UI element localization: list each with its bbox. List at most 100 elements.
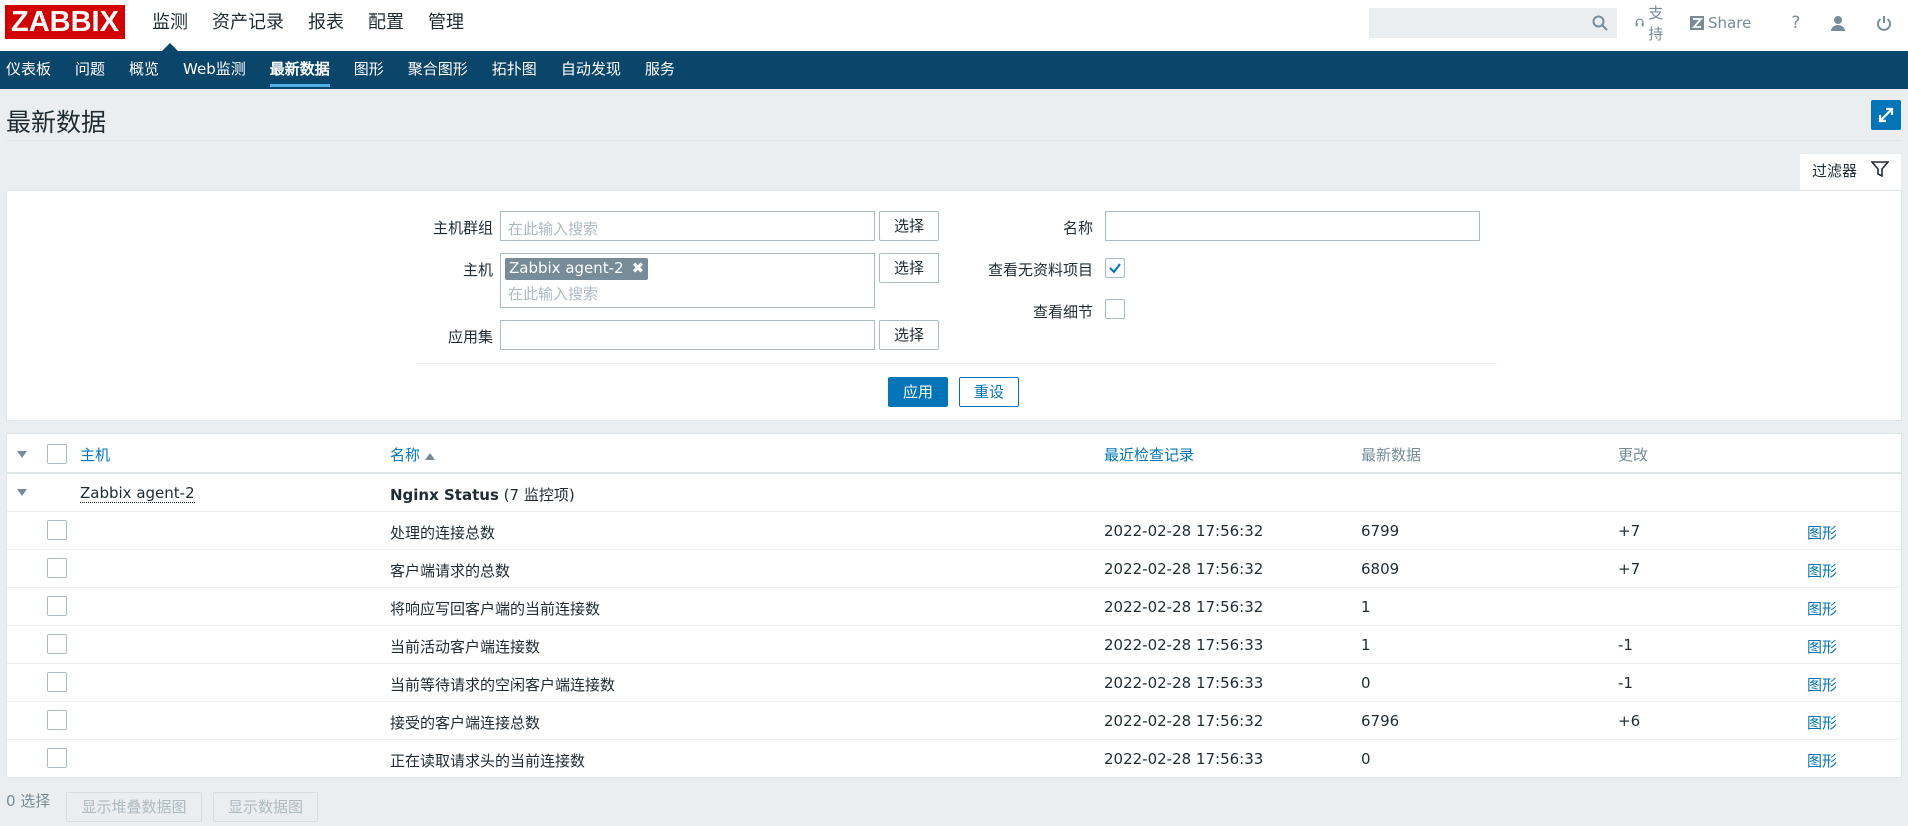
collapse-group-icon[interactable] [17,489,27,496]
stacked-graph-button[interactable]: 显示堆叠数据图 [66,792,202,822]
graph-link[interactable]: 图形 [1807,636,1837,657]
support-label: 支持 [1648,4,1664,43]
top-bar: ZABBIX 监测 资产记录 报表 配置 管理 支持 Share ? [0,0,1908,51]
application-select-button[interactable]: 选择 [879,320,939,350]
subnav-dashboard[interactable]: 仪表板 [0,51,57,89]
row-checkbox[interactable] [47,520,67,540]
host-input-placeholder: 在此输入搜索 [508,285,599,303]
zabbix-logo[interactable]: ZABBIX [5,5,125,39]
group-row: Zabbix agent-2 Nginx Status (7 监控项) [7,474,1901,512]
host-group-label: 主机群组 [432,219,493,237]
subnav-discovery[interactable]: 自动发现 [555,51,627,89]
sort-asc-icon [424,453,435,460]
host-tag: Zabbix agent-2 ✖ [505,258,649,280]
filter-tab[interactable]: 过滤器 [1800,154,1901,191]
table-row: 将响应写回客户端的当前连接数 2022-02-28 17:56:32 1 图形 [7,588,1901,626]
fullscreen-button[interactable] [1871,100,1901,130]
subnav-overview[interactable]: 概览 [123,51,165,89]
name-label: 名称 [1062,219,1093,237]
filter-tab-label: 过滤器 [1812,162,1858,180]
last-check: 2022-02-28 17:56:33 [1104,750,1264,768]
main-nav-administration[interactable]: 管理 [416,0,476,51]
main-nav-inventory[interactable]: 资产记录 [200,0,296,51]
graph-link[interactable]: 图形 [1807,750,1837,771]
user-profile-button[interactable] [1830,15,1850,31]
filter-divider [417,363,1497,364]
subnav-services[interactable]: 服务 [639,51,681,89]
last-value: 6796 [1361,712,1400,730]
last-check: 2022-02-28 17:56:33 [1104,674,1264,692]
table-row: 当前等待请求的空闲客户端连接数 2022-02-28 17:56:33 0 -1… [7,664,1901,702]
item-count: (7 监控项) [503,486,575,504]
subnav-latest-data[interactable]: 最新数据 [264,51,336,89]
search-icon[interactable] [1592,15,1608,31]
main-nav-monitoring[interactable]: 监测 [140,0,200,51]
change: -1 [1618,674,1633,692]
graph-link[interactable]: 图形 [1807,712,1837,733]
collapse-all-icon[interactable] [17,451,27,458]
change: +6 [1618,712,1641,730]
name-input[interactable] [1105,211,1480,241]
table-row: 客户端请求的总数 2022-02-28 17:56:32 6809 +7 图形 [7,550,1901,588]
last-value: 6809 [1361,560,1400,578]
header-host[interactable]: 主机 [80,444,110,465]
last-value: 0 [1361,750,1371,768]
filter-panel: 主机群组 在此输入搜索 选择 主机 Zabbix agent-2 ✖ 在此输入搜索… [6,190,1902,421]
graph-link[interactable]: 图形 [1807,598,1837,619]
host-group-input[interactable]: 在此输入搜索 [500,211,875,241]
row-checkbox[interactable] [47,596,67,616]
change: +7 [1618,522,1641,540]
search-input[interactable] [1369,8,1617,38]
header-divider [6,140,1902,141]
row-checkbox[interactable] [47,634,67,654]
last-check: 2022-02-28 17:56:32 [1104,560,1264,578]
reset-button[interactable]: 重设 [959,377,1019,407]
subnav-graphs[interactable]: 图形 [348,51,390,89]
host-tag-label: Zabbix agent-2 [509,259,624,277]
host-input[interactable]: Zabbix agent-2 ✖ 在此输入搜索 [500,253,875,308]
main-nav-configuration[interactable]: 配置 [356,0,416,51]
data-graph-button[interactable]: 显示数据图 [213,792,318,822]
subnav-screens[interactable]: 聚合图形 [402,51,474,89]
graph-link[interactable]: 图形 [1807,560,1837,581]
subnav-problems[interactable]: 问题 [69,51,111,89]
show-details-checkbox[interactable] [1105,299,1125,319]
select-all-checkbox[interactable] [47,444,67,464]
header-last-check[interactable]: 最近检查记录 [1104,444,1194,465]
latest-data-table: 主机 名称 最近检查记录 最新数据 更改 Zabbix agent-2 Ngin… [6,433,1902,778]
graph-link[interactable]: 图形 [1807,674,1837,695]
selected-count: 0 选择 [6,792,51,810]
power-icon [1877,16,1892,31]
remove-tag-icon[interactable]: ✖ [632,259,645,277]
change: -1 [1618,636,1633,654]
header-name[interactable]: 名称 [390,444,435,465]
item-name: 接受的客户端连接总数 [390,714,541,732]
top-links: 支持 Share ? [1635,0,1908,46]
help-icon: ? [1791,13,1801,33]
application-input[interactable] [500,320,875,350]
row-checkbox[interactable] [47,558,67,578]
checkmark-icon [1109,263,1121,274]
last-value: 1 [1361,636,1371,654]
graph-link[interactable]: 图形 [1807,522,1837,543]
host-link[interactable]: Zabbix agent-2 [80,484,195,503]
row-checkbox[interactable] [47,710,67,730]
show-without-data-checkbox[interactable] [1105,258,1125,278]
table-row: 处理的连接总数 2022-02-28 17:56:32 6799 +7 图形 [7,512,1901,550]
apply-button[interactable]: 应用 [888,377,948,407]
subnav-maps[interactable]: 拓扑图 [486,51,543,89]
item-name: 处理的连接总数 [390,524,496,542]
signout-button[interactable] [1876,15,1896,31]
share-link[interactable]: Share [1690,14,1751,32]
item-name: 客户端请求的总数 [390,562,511,580]
row-checkbox[interactable] [47,672,67,692]
row-checkbox[interactable] [47,748,67,768]
last-check: 2022-02-28 17:56:32 [1104,522,1264,540]
main-nav-reports[interactable]: 报表 [296,0,356,51]
main-nav: 监测 资产记录 报表 配置 管理 [140,0,476,51]
table-row: 正在读取请求头的当前连接数 2022-02-28 17:56:33 0 图形 [7,740,1901,778]
subnav-web[interactable]: Web监测 [177,51,252,89]
help-button[interactable]: ? [1791,13,1800,33]
share-z-icon [1690,16,1705,30]
support-link[interactable]: 支持 [1635,2,1668,44]
